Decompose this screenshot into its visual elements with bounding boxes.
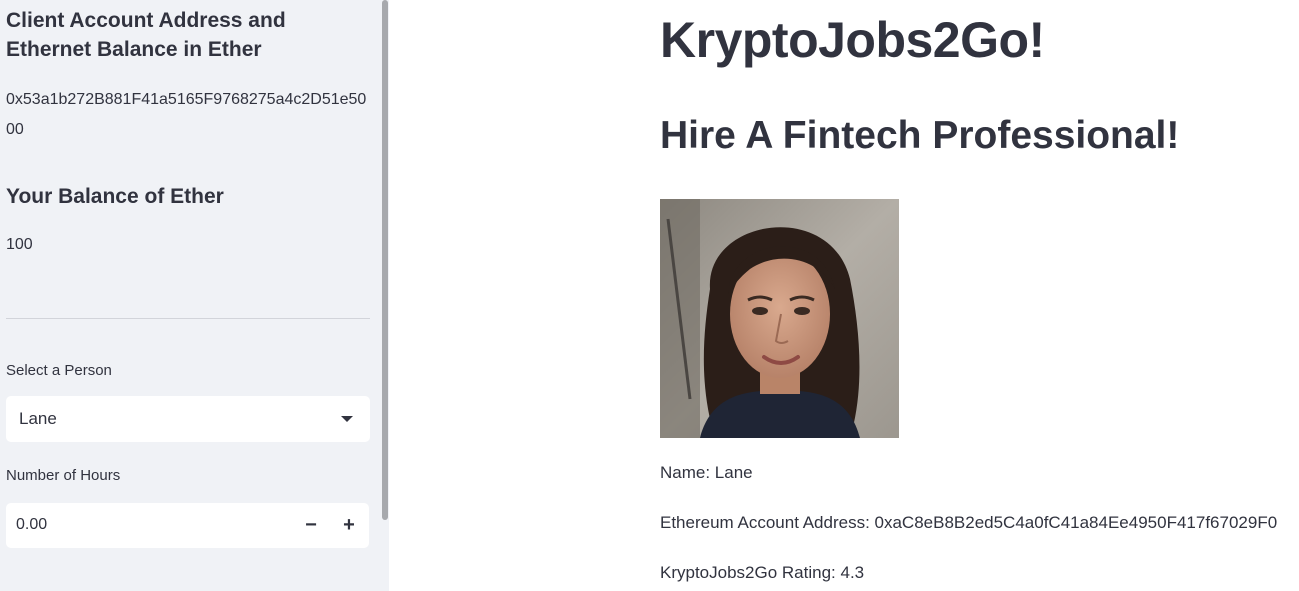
person-select[interactable]: Lane <box>6 396 370 442</box>
hours-label: Number of Hours <box>6 467 121 484</box>
page-subtitle: Hire A Fintech Professional! <box>660 114 1180 157</box>
person-ethereum-address: Ethereum Account Address: 0xaC8eB8B2ed5C… <box>660 513 1278 532</box>
sidebar: Client Account Address and Ethernet Bala… <box>0 0 389 591</box>
balance-value: 100 <box>6 236 33 253</box>
account-heading: Client Account Address and Ethernet Bala… <box>6 9 286 61</box>
decrement-button[interactable]: − <box>292 503 330 548</box>
main-content: KryptoJobs2Go! Hire A Fintech Profession… <box>389 0 1299 591</box>
client-account-address: 0x53a1b272B881F41a5165F9768275a4c2D51e50… <box>6 91 367 138</box>
select-person-label: Select a Person <box>6 362 112 379</box>
person-portrait-image <box>660 199 899 438</box>
hours-input[interactable] <box>16 515 216 535</box>
person-rating: KryptoJobs2Go Rating: 4.3 <box>660 563 865 582</box>
balance-heading: Your Balance of Ether <box>6 185 224 208</box>
sidebar-divider <box>6 318 370 319</box>
app-root: Client Account Address and Ethernet Bala… <box>0 0 1299 591</box>
increment-button[interactable]: + <box>330 503 368 548</box>
chevron-down-icon[interactable] <box>341 416 353 422</box>
person-select-value: Lane <box>19 409 57 428</box>
person-name: Name: Lane <box>660 463 753 482</box>
page-title: KryptoJobs2Go! <box>660 12 1045 68</box>
sidebar-scrollbar[interactable] <box>382 0 388 520</box>
hours-number-input: − + <box>6 503 369 548</box>
